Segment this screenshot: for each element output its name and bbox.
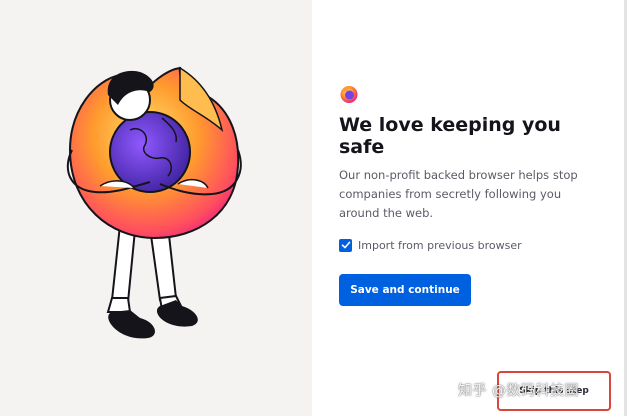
- page-title: We love keeping you safe: [339, 114, 561, 158]
- import-checkbox-label[interactable]: Import from previous browser: [358, 239, 522, 252]
- checkmark-icon: [341, 241, 350, 249]
- onboarding-content: We love keeping you safe Our non-profit …: [312, 0, 627, 416]
- firefox-logo-icon: [340, 86, 358, 103]
- person-hugging-firefox-illustration: [66, 66, 242, 339]
- import-checkbox-row[interactable]: Import from previous browser: [339, 237, 522, 253]
- illustration-panel: [0, 0, 312, 416]
- page-subtitle: Our non-profit backed browser helps stop…: [339, 168, 578, 220]
- import-checkbox[interactable]: [339, 238, 352, 252]
- skip-this-step-button[interactable]: Skip this step: [497, 371, 611, 411]
- save-and-continue-button[interactable]: Save and continue: [339, 274, 471, 306]
